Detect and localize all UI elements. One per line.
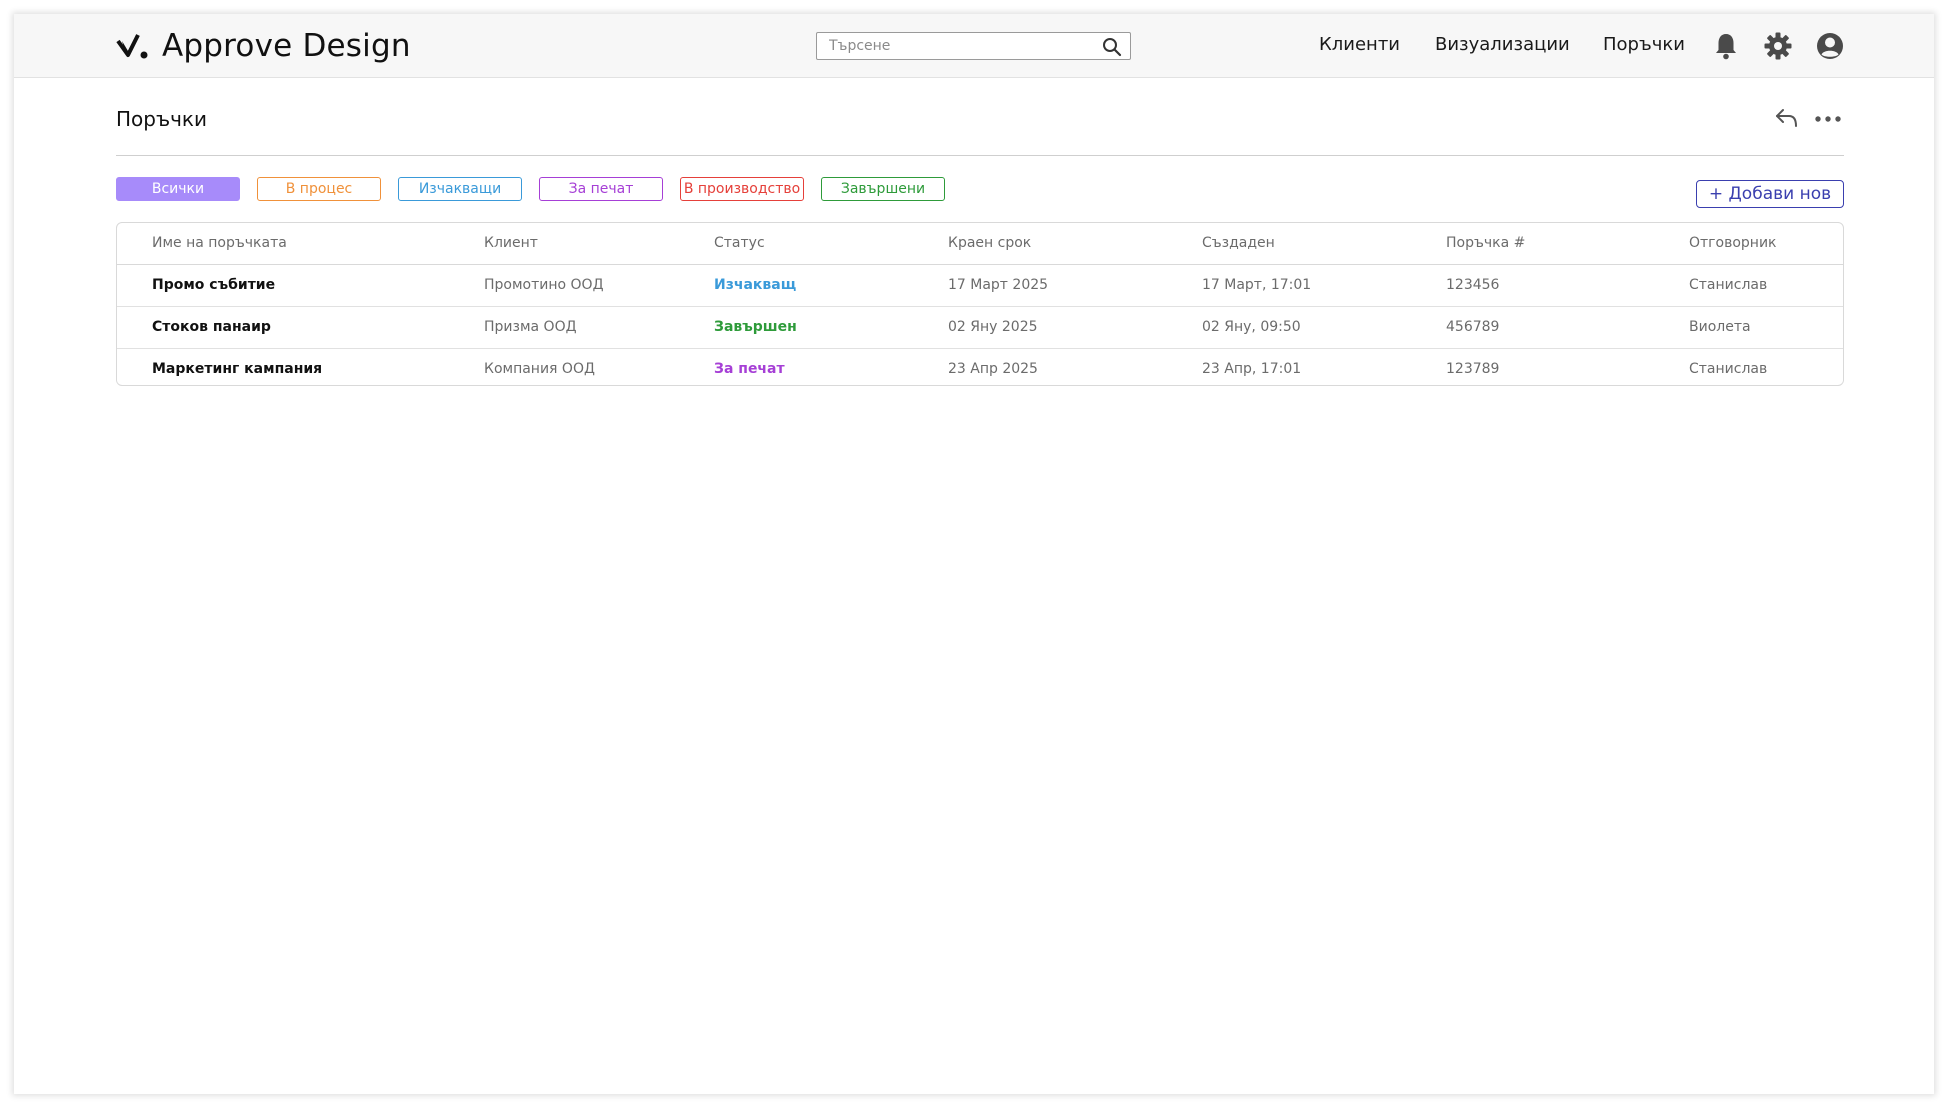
logo[interactable]: Approve Design (116, 28, 411, 64)
order-number-cell: 123789 (1446, 361, 1500, 377)
column-header-created[interactable]: Създаден (1202, 223, 1275, 264)
status-cell: За печат (714, 361, 785, 377)
owner-cell: Станислав (1689, 361, 1768, 377)
table-row[interactable]: Промо събитие Промотино ООД Изчакващ 17 Мар… (117, 265, 1843, 307)
nav-link-clients[interactable]: Клиенти (1319, 34, 1400, 55)
filter-chip[interactable]: Изчакващи (398, 177, 522, 201)
filter-chip[interactable]: Всички (116, 177, 240, 201)
client-cell: Компания ООД (484, 361, 595, 377)
column-header-name[interactable]: Име на поръчката (152, 223, 287, 264)
header-divider (116, 155, 1844, 156)
column-header-owner[interactable]: Отговорник (1689, 223, 1777, 264)
column-header-status[interactable]: Статус (714, 223, 765, 264)
owner-cell: Виолета (1689, 319, 1751, 335)
deadline-cell: 17 Март 2025 (948, 277, 1049, 293)
deadline-cell: 23 Апр 2025 (948, 361, 1038, 377)
owner-cell: Станислав (1689, 277, 1768, 293)
client-cell: Промотино ООД (484, 277, 604, 293)
search-box (816, 32, 1131, 60)
search-icon[interactable] (1102, 37, 1122, 57)
status-cell: Завършен (714, 319, 797, 335)
order-name-cell: Промо събитие (152, 277, 276, 293)
table-header-row: Име на поръчката Клиент Статус Краен сро… (117, 223, 1843, 265)
page-title: Поръчки (116, 107, 207, 131)
created-cell: 02 Яну, 09:50 (1202, 319, 1301, 335)
created-cell: 17 Март, 17:01 (1202, 277, 1312, 293)
gear-icon[interactable] (1763, 31, 1793, 61)
order-name-cell: Стоков панаир (152, 319, 271, 335)
table-row[interactable]: Стоков панаир Призма ООД Завършен 02 Яну 20… (117, 307, 1843, 349)
filter-chip[interactable]: В процес (257, 177, 381, 201)
order-number-cell: 456789 (1446, 319, 1500, 335)
nav-link-visualizations[interactable]: Визуализации (1435, 34, 1570, 55)
checkmark-logo-icon (116, 34, 148, 59)
order-name-cell: Маркетинг кампания (152, 361, 323, 377)
deadline-cell: 02 Яну 2025 (948, 319, 1038, 335)
add-new-button[interactable]: + Добави нов (1696, 180, 1844, 208)
column-header-deadline[interactable]: Краен срок (948, 223, 1031, 264)
filter-chip[interactable]: В производство (680, 177, 804, 201)
orders-table: Име на поръчката Клиент Статус Краен сро… (116, 222, 1844, 386)
order-number-cell: 123456 (1446, 277, 1500, 293)
column-header-client[interactable]: Клиент (484, 223, 538, 264)
bell-icon[interactable] (1711, 31, 1741, 61)
created-cell: 23 Апр, 17:01 (1202, 361, 1302, 377)
app-window: Approve Design Клиенти Визуализации Поръ… (14, 14, 1934, 1094)
nav-link-orders[interactable]: Поръчки (1603, 34, 1685, 55)
search-input[interactable] (817, 33, 1099, 59)
user-icon[interactable] (1815, 31, 1845, 61)
top-bar: Approve Design Клиенти Визуализации Поръ… (14, 14, 1934, 78)
reply-icon[interactable] (1773, 106, 1801, 130)
more-icon[interactable] (1813, 114, 1843, 124)
app-name: Approve Design (162, 28, 411, 64)
status-cell: Изчакващ (714, 277, 797, 293)
table-row[interactable]: Маркетинг кампания Компания ООД За печат 23… (117, 349, 1843, 385)
client-cell: Призма ООД (484, 319, 577, 335)
filter-chip[interactable]: Завършени (821, 177, 945, 201)
column-header-order-number[interactable]: Поръчка # (1446, 223, 1525, 264)
filter-chip[interactable]: За печат (539, 177, 663, 201)
